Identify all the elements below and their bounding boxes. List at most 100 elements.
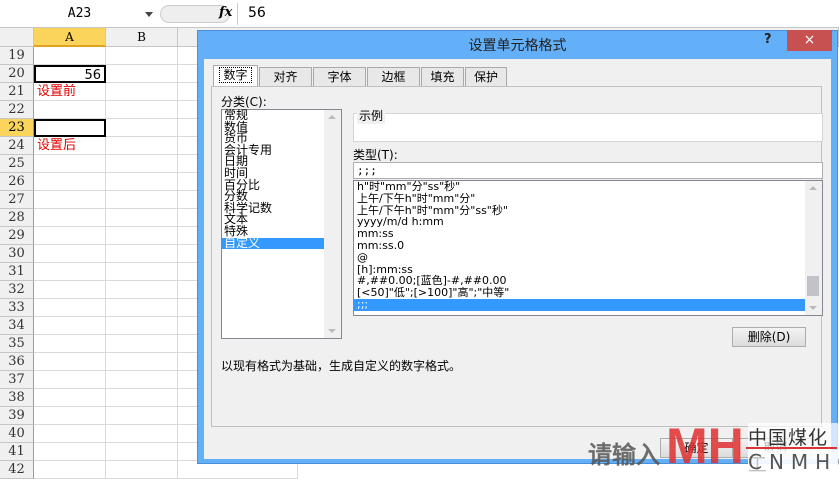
cell-B39[interactable] bbox=[106, 407, 178, 425]
cell-A32[interactable] bbox=[34, 281, 106, 299]
cell-A28[interactable] bbox=[34, 209, 106, 227]
cell-A29[interactable] bbox=[34, 227, 106, 245]
cell-A41[interactable] bbox=[34, 443, 106, 461]
row-header[interactable]: 32 bbox=[0, 281, 34, 299]
row-header[interactable]: 21 bbox=[0, 83, 34, 101]
cell-A26[interactable] bbox=[34, 173, 106, 191]
formula-input[interactable]: 56 bbox=[248, 5, 266, 21]
cell-A22[interactable] bbox=[34, 101, 106, 119]
cell-A30[interactable] bbox=[34, 245, 106, 263]
cell-A27[interactable] bbox=[34, 191, 106, 209]
cell-B20[interactable] bbox=[106, 65, 178, 83]
row-header[interactable]: 40 bbox=[0, 425, 34, 443]
name-box-dropdown-icon[interactable] bbox=[145, 12, 153, 17]
cell-B36[interactable] bbox=[106, 353, 178, 371]
cell-A24[interactable]: 设置后 bbox=[34, 137, 106, 155]
cell-B33[interactable] bbox=[106, 299, 178, 317]
tab-fill[interactable]: 填充 bbox=[421, 67, 464, 86]
cell-B29[interactable] bbox=[106, 227, 178, 245]
type-item[interactable]: mm:ss.0 bbox=[354, 240, 822, 252]
category-scrollbar[interactable] bbox=[324, 110, 341, 338]
cell-A39[interactable] bbox=[34, 407, 106, 425]
row-header[interactable]: 25 bbox=[0, 155, 34, 173]
row-header[interactable]: 29 bbox=[0, 227, 34, 245]
cell-B40[interactable] bbox=[106, 425, 178, 443]
type-item[interactable]: 上午/下午h"时"mm"分" bbox=[354, 193, 822, 205]
type-list-scrollbar[interactable] bbox=[805, 181, 822, 315]
type-item[interactable]: mm:ss bbox=[354, 228, 822, 240]
row-header[interactable]: 36 bbox=[0, 353, 34, 371]
row-header[interactable]: 26 bbox=[0, 173, 34, 191]
row-header[interactable]: 22 bbox=[0, 101, 34, 119]
type-input[interactable]: ;;; bbox=[353, 162, 823, 179]
tab-alignment[interactable]: 对齐 bbox=[259, 67, 312, 86]
type-item[interactable]: [<50]"低";[>100]"高";"中等" bbox=[354, 287, 822, 299]
cell-A23[interactable] bbox=[34, 119, 106, 137]
cell-B41[interactable] bbox=[106, 443, 178, 461]
cell-A35[interactable] bbox=[34, 335, 106, 353]
cell-A40[interactable] bbox=[34, 425, 106, 443]
cell-B35[interactable] bbox=[106, 335, 178, 353]
name-box[interactable]: A23 bbox=[2, 4, 157, 24]
tab-protection[interactable]: 保护 bbox=[465, 67, 507, 86]
cell-B25[interactable] bbox=[106, 155, 178, 173]
tab-number[interactable]: 数字 bbox=[213, 65, 258, 87]
row-header[interactable]: 20 bbox=[0, 65, 34, 83]
row-header[interactable]: 19 bbox=[0, 47, 34, 65]
row-header[interactable]: 42 bbox=[0, 461, 34, 479]
row-header[interactable]: 41 bbox=[0, 443, 34, 461]
cell-B37[interactable] bbox=[106, 371, 178, 389]
row-header[interactable]: 27 bbox=[0, 191, 34, 209]
cell-A33[interactable] bbox=[34, 299, 106, 317]
cell-B19[interactable] bbox=[106, 47, 178, 65]
cell-B23[interactable] bbox=[106, 119, 178, 137]
cell-B31[interactable] bbox=[106, 263, 178, 281]
type-item[interactable]: ;;; bbox=[354, 298, 822, 311]
cell-B42[interactable] bbox=[106, 461, 178, 479]
tab-border[interactable]: 边框 bbox=[367, 67, 420, 86]
cell-B28[interactable] bbox=[106, 209, 178, 227]
column-header-b[interactable]: B bbox=[106, 28, 178, 47]
insert-function-icon[interactable]: fx bbox=[219, 5, 232, 20]
cell-A31[interactable] bbox=[34, 263, 106, 281]
tab-font[interactable]: 字体 bbox=[313, 67, 366, 86]
cell-A19[interactable] bbox=[34, 47, 106, 65]
cell-B30[interactable] bbox=[106, 245, 178, 263]
cell-B34[interactable] bbox=[106, 317, 178, 335]
row-header[interactable]: 23 bbox=[0, 119, 34, 137]
cell-B24[interactable] bbox=[106, 137, 178, 155]
cell-A37[interactable] bbox=[34, 371, 106, 389]
cell-A34[interactable] bbox=[34, 317, 106, 335]
cell-A42[interactable] bbox=[34, 461, 106, 479]
scroll-down-icon[interactable] bbox=[809, 306, 817, 310]
row-header[interactable]: 38 bbox=[0, 389, 34, 407]
cell-A38[interactable] bbox=[34, 389, 106, 407]
scroll-up-icon[interactable] bbox=[809, 186, 817, 190]
cell-B32[interactable] bbox=[106, 281, 178, 299]
row-header[interactable]: 30 bbox=[0, 245, 34, 263]
scroll-thumb[interactable] bbox=[807, 276, 819, 296]
scroll-down-icon[interactable] bbox=[328, 329, 336, 333]
row-header[interactable]: 24 bbox=[0, 137, 34, 155]
row-header[interactable]: 34 bbox=[0, 317, 34, 335]
cell-B38[interactable] bbox=[106, 389, 178, 407]
delete-button[interactable]: 删除(D) bbox=[732, 327, 806, 347]
column-header-a[interactable]: A bbox=[34, 28, 106, 47]
cell-B26[interactable] bbox=[106, 173, 178, 191]
cell-A21[interactable]: 设置前 bbox=[34, 83, 106, 101]
row-header[interactable]: 39 bbox=[0, 407, 34, 425]
type-list[interactable]: h"时"mm"分"ss"秒" 上午/下午h"时"mm"分" 上午/下午h"时"mm"… bbox=[353, 180, 823, 316]
cell-B22[interactable] bbox=[106, 101, 178, 119]
cell-B21[interactable] bbox=[106, 83, 178, 101]
help-button[interactable]: ? bbox=[764, 32, 772, 47]
row-header[interactable]: 37 bbox=[0, 371, 34, 389]
row-header[interactable]: 31 bbox=[0, 263, 34, 281]
row-header[interactable]: 28 bbox=[0, 209, 34, 227]
close-button[interactable]: × bbox=[787, 30, 832, 51]
cell-A25[interactable] bbox=[34, 155, 106, 173]
select-all-corner[interactable] bbox=[0, 28, 34, 47]
scroll-up-icon[interactable] bbox=[328, 115, 336, 119]
row-header[interactable]: 35 bbox=[0, 335, 34, 353]
cell-A20[interactable]: 56 bbox=[34, 65, 106, 83]
type-item[interactable]: @ bbox=[354, 252, 822, 264]
